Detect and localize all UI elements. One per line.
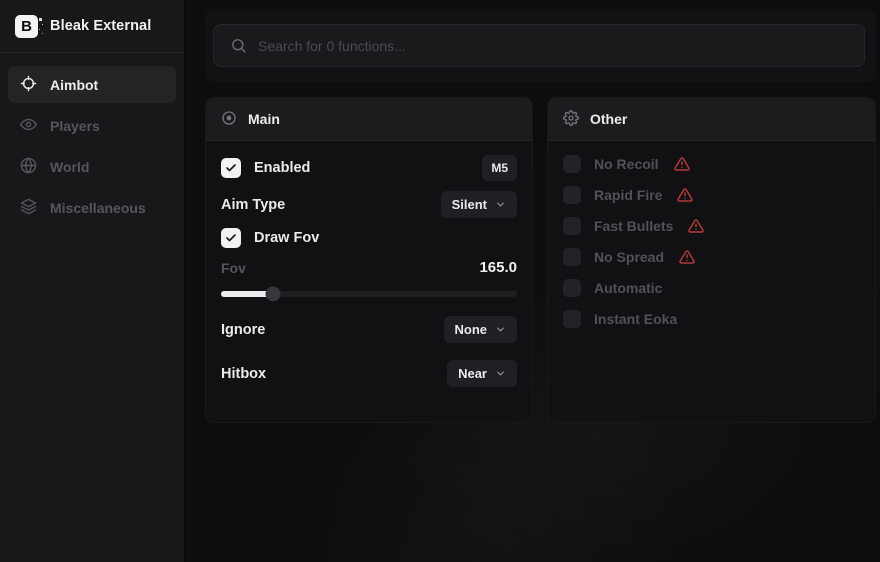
sidebar-item-label: Players bbox=[50, 118, 100, 134]
sidebar-header: B Bleak External bbox=[0, 0, 184, 53]
other-panel-body: No Recoil Rapid Fire Fast Bullets No Spr… bbox=[548, 141, 875, 330]
aim-type-select[interactable]: Silent bbox=[441, 191, 517, 218]
search-input[interactable] bbox=[258, 38, 850, 54]
warning-icon bbox=[679, 249, 695, 265]
rapid-fire-row: Rapid Fire bbox=[563, 184, 860, 206]
warning-icon bbox=[674, 156, 690, 172]
warning-icon bbox=[677, 187, 693, 203]
fast-bullets-checkbox[interactable] bbox=[563, 217, 581, 235]
sidebar-item-label: World bbox=[50, 159, 89, 175]
rapid-fire-checkbox[interactable] bbox=[563, 186, 581, 204]
automatic-row: Automatic bbox=[563, 277, 860, 299]
main-panel-header: Main bbox=[206, 98, 532, 141]
search-box[interactable] bbox=[213, 24, 865, 67]
fov-slider-knob[interactable] bbox=[265, 286, 280, 301]
checkmark-icon bbox=[225, 232, 237, 244]
no-spread-label: No Spread bbox=[594, 249, 664, 265]
app-logo-letter: B bbox=[21, 18, 32, 35]
rapid-fire-label: Rapid Fire bbox=[594, 187, 662, 203]
no-recoil-label: No Recoil bbox=[594, 156, 659, 172]
fast-bullets-row: Fast Bullets bbox=[563, 215, 860, 237]
main-panel-title: Main bbox=[248, 111, 280, 127]
target-icon bbox=[221, 110, 237, 129]
gear-icon bbox=[563, 110, 579, 129]
sidebar: B Bleak External Aimbot Players bbox=[0, 0, 185, 562]
ignore-value: None bbox=[455, 322, 488, 337]
main-panel-body: Enabled M5 Aim Type Silent Draw Fov Fov … bbox=[206, 141, 532, 387]
fast-bullets-label: Fast Bullets bbox=[594, 218, 673, 234]
warning-icon bbox=[688, 218, 704, 234]
sidebar-item-label: Miscellaneous bbox=[50, 200, 146, 216]
no-recoil-row: No Recoil bbox=[563, 153, 860, 175]
fov-value: 165.0 bbox=[479, 259, 517, 276]
search-icon bbox=[230, 37, 247, 54]
no-spread-checkbox[interactable] bbox=[563, 248, 581, 266]
aim-type-row: Aim Type Silent bbox=[221, 191, 517, 218]
aim-type-label: Aim Type bbox=[221, 197, 285, 213]
sidebar-item-label: Aimbot bbox=[50, 77, 98, 93]
chevron-down-icon bbox=[495, 324, 506, 335]
crosshair-icon bbox=[20, 75, 37, 95]
chevron-down-icon bbox=[495, 199, 506, 210]
no-spread-row: No Spread bbox=[563, 246, 860, 268]
checkmark-icon bbox=[225, 162, 237, 174]
hitbox-value: Near bbox=[458, 366, 487, 381]
search-panel bbox=[205, 9, 876, 82]
sidebar-item-aimbot[interactable]: Aimbot bbox=[8, 66, 176, 103]
eye-icon bbox=[20, 116, 37, 136]
hitbox-row: Hitbox Near bbox=[221, 360, 517, 387]
other-panel: Other No Recoil Rapid Fire Fast Bullets bbox=[547, 97, 876, 423]
main-panel: Main Enabled M5 Aim Type Silent bbox=[205, 97, 533, 423]
automatic-label: Automatic bbox=[594, 280, 662, 296]
other-panel-header: Other bbox=[548, 98, 875, 141]
globe-icon bbox=[20, 157, 37, 177]
chevron-down-icon bbox=[495, 368, 506, 379]
automatic-checkbox[interactable] bbox=[563, 279, 581, 297]
no-recoil-checkbox[interactable] bbox=[563, 155, 581, 173]
draw-fov-label: Draw Fov bbox=[254, 230, 319, 246]
fov-row: Fov 165.0 bbox=[221, 259, 517, 276]
ignore-row: Ignore None bbox=[221, 316, 517, 343]
aim-type-value: Silent bbox=[452, 197, 487, 212]
enabled-checkbox[interactable] bbox=[221, 158, 241, 178]
enabled-row: Enabled M5 bbox=[221, 155, 517, 181]
draw-fov-checkbox[interactable] bbox=[221, 228, 241, 248]
ignore-label: Ignore bbox=[221, 322, 265, 338]
app-title: Bleak External bbox=[50, 18, 151, 34]
instant-eoka-label: Instant Eoka bbox=[594, 311, 677, 327]
layers-icon bbox=[20, 198, 37, 218]
other-panel-title: Other bbox=[590, 111, 627, 127]
instant-eoka-row: Instant Eoka bbox=[563, 308, 860, 330]
sidebar-item-miscellaneous[interactable]: Miscellaneous bbox=[8, 189, 176, 226]
fov-label: Fov bbox=[221, 260, 246, 276]
hitbox-label: Hitbox bbox=[221, 366, 266, 382]
instant-eoka-checkbox[interactable] bbox=[563, 310, 581, 328]
hitbox-select[interactable]: Near bbox=[447, 360, 517, 387]
sidebar-item-world[interactable]: World bbox=[8, 148, 176, 185]
keybind-button[interactable]: M5 bbox=[482, 155, 517, 181]
app-logo: B bbox=[15, 15, 38, 38]
ignore-select[interactable]: None bbox=[444, 316, 518, 343]
fov-slider[interactable] bbox=[221, 286, 517, 301]
sidebar-item-players[interactable]: Players bbox=[8, 107, 176, 144]
draw-fov-row: Draw Fov bbox=[221, 228, 517, 248]
enabled-label: Enabled bbox=[254, 160, 310, 176]
sidebar-nav: Aimbot Players World bbox=[0, 53, 184, 239]
